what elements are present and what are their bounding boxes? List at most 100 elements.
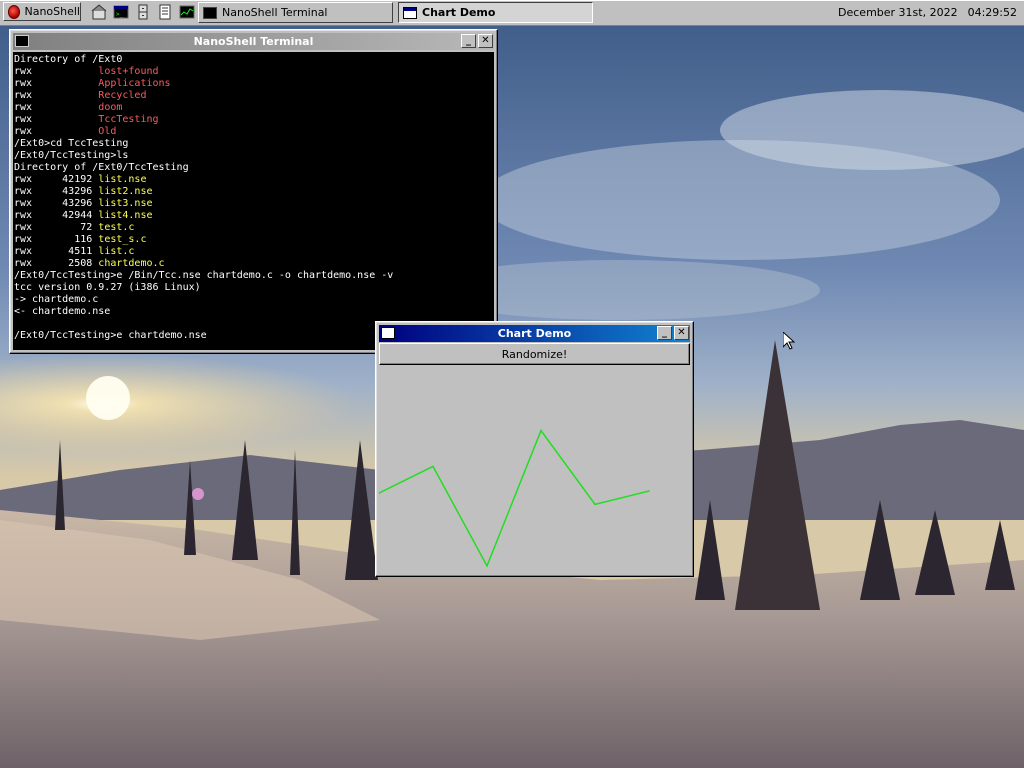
chart-point	[486, 565, 488, 567]
terminal-text: rwx 43296	[14, 198, 99, 209]
nanoshell-logo-icon	[8, 4, 21, 19]
terminal-text: <- chartdemo.nse	[14, 306, 111, 317]
terminal-text: Directory of /Ext0	[14, 54, 123, 65]
terminal-window-icon	[15, 35, 29, 47]
directory-name: Old	[98, 126, 117, 137]
terminal-line: rwx 2508 chartdemo.c	[14, 258, 494, 270]
task-button-terminal[interactable]: NanoShell Terminal	[198, 2, 393, 23]
terminal-text: -> chartdemo.c	[14, 294, 99, 305]
terminal-text: rwx	[14, 90, 99, 101]
terminal-line: -> chartdemo.c	[14, 294, 494, 306]
terminal-line: /Ext0>cd TccTesting	[14, 138, 494, 150]
home-icon[interactable]	[91, 4, 107, 20]
chart-point	[594, 503, 596, 506]
terminal-text: rwx	[14, 126, 99, 137]
terminal-text: /Ext0/TccTesting>e chartdemo.nse	[14, 330, 207, 341]
terminal-window-icon	[203, 6, 217, 19]
randomize-button[interactable]: Randomize!	[379, 343, 690, 365]
terminal-line: Directory of /Ext0	[14, 54, 494, 66]
start-button[interactable]: NanoShell	[3, 2, 81, 21]
directory-name: lost+found	[98, 66, 159, 77]
terminal-text: rwx 2508	[14, 258, 99, 269]
terminal-line: /Ext0/TccTesting>e /Bin/Tcc.nse chartdem…	[14, 270, 494, 282]
terminal-text: rwx 116	[14, 234, 99, 245]
taskbar: NanoShell >_ NanoShell Terminal Chart De…	[0, 0, 1024, 26]
terminal-text: rwx	[14, 66, 99, 77]
close-button[interactable]: ✕	[478, 34, 493, 48]
terminal-text: rwx	[14, 102, 99, 113]
randomize-button-label: Randomize!	[501, 347, 568, 361]
terminal-line: <- chartdemo.nse	[14, 306, 494, 318]
minimize-button[interactable]: _	[461, 34, 476, 48]
chart-demo-titlebar[interactable]: Chart Demo _ ✕	[379, 325, 690, 342]
clock: December 31st, 2022 04:29:52	[828, 6, 1017, 19]
terminal-text: Directory of /Ext0/TccTesting	[14, 162, 189, 173]
directory-name: doom	[98, 102, 123, 113]
directory-name: TccTesting	[98, 114, 159, 125]
file-name: list3.nse	[98, 198, 153, 209]
terminal-text: rwx 43296	[14, 186, 99, 197]
chart-series-line	[379, 429, 650, 568]
file-cabinet-icon[interactable]	[135, 4, 151, 20]
terminal-text: rwx	[14, 78, 99, 89]
terminal-line: Directory of /Ext0/TccTesting	[14, 162, 494, 174]
clock-time: 04:29:52	[967, 6, 1017, 19]
terminal-line: rwx TccTesting	[14, 114, 494, 126]
terminal-line: rwx Applications	[14, 78, 494, 90]
file-name: list.nse	[98, 174, 147, 185]
terminal-text: /Ext0>cd TccTesting	[14, 138, 129, 149]
terminal-line: rwx 43296 list3.nse	[14, 198, 494, 210]
terminal-output[interactable]: Directory of /Ext0 rwx lost+found rwx Appl…	[13, 52, 494, 350]
notepad-icon[interactable]	[157, 4, 173, 20]
terminal-line: rwx 42944 list4.nse	[14, 210, 494, 222]
terminal-text: rwx 4511	[14, 246, 99, 257]
terminal-line: rwx Old	[14, 126, 494, 138]
terminal-titlebar[interactable]: NanoShell Terminal _ ✕	[13, 33, 494, 50]
start-button-label: NanoShell	[24, 5, 80, 18]
file-name: chartdemo.c	[98, 258, 165, 269]
file-name: list2.nse	[98, 186, 153, 197]
chart-point	[540, 429, 542, 432]
chart-point	[648, 490, 650, 492]
terminal-line: rwx doom	[14, 102, 494, 114]
terminal-text: rwx 72	[14, 222, 99, 233]
task-button-chart-demo[interactable]: Chart Demo	[398, 2, 593, 23]
terminal-text: rwx 42944	[14, 210, 99, 221]
directory-name: Recycled	[98, 90, 147, 101]
terminal-line: rwx 42192 list.nse	[14, 174, 494, 186]
clock-date: December 31st, 2022	[838, 6, 958, 19]
terminal-text: tcc version 0.9.27 (i386 Linux)	[14, 282, 201, 293]
terminal-line: rwx Recycled	[14, 90, 494, 102]
file-name: test.c	[98, 222, 135, 233]
terminal-line: /Ext0/TccTesting>ls	[14, 150, 494, 162]
terminal-line: rwx 4511 list.c	[14, 246, 494, 258]
terminal-line: rwx 72 test.c	[14, 222, 494, 234]
window-title: NanoShell Terminal	[193, 35, 314, 48]
mouse-cursor-icon	[783, 332, 795, 350]
terminal-text: /Ext0/TccTesting>e /Bin/Tcc.nse chartdem…	[14, 270, 394, 281]
terminal-line: rwx lost+found	[14, 66, 494, 78]
window-icon	[403, 6, 417, 19]
directory-name: Applications	[98, 78, 171, 89]
file-name: list.c	[98, 246, 135, 257]
terminal-window: NanoShell Terminal _ ✕ Directory of /Ext…	[9, 29, 498, 354]
terminal-line: rwx 43296 list2.nse	[14, 186, 494, 198]
line-chart	[379, 367, 690, 572]
file-name: test_s.c	[98, 234, 147, 245]
task-button-label: Chart Demo	[422, 6, 496, 19]
terminal-line: tcc version 0.9.27 (i386 Linux)	[14, 282, 494, 294]
chart-demo-window: Chart Demo _ ✕ Randomize!	[375, 321, 694, 577]
file-name: list4.nse	[98, 210, 153, 221]
window-icon	[381, 327, 395, 339]
terminal-icon[interactable]: >_	[113, 4, 129, 20]
terminal-text: rwx 42192	[14, 174, 99, 185]
terminal-text: rwx	[14, 114, 99, 125]
minimize-button[interactable]: _	[657, 326, 672, 340]
chart-point	[432, 465, 434, 468]
task-button-label: NanoShell Terminal	[222, 6, 328, 19]
terminal-line: rwx 116 test_s.c	[14, 234, 494, 246]
system-monitor-icon[interactable]	[179, 4, 195, 20]
close-button[interactable]: ✕	[674, 326, 689, 340]
svg-text:>_: >_	[116, 11, 124, 18]
